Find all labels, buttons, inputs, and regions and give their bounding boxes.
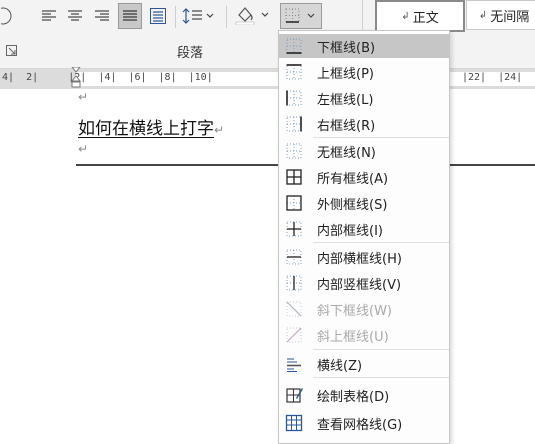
menu-item-label: 下框线(B) bbox=[317, 40, 376, 56]
ruler-ticks: 4| 2| |2| |4| |6| |8| |10| bbox=[2, 72, 213, 83]
ruler-ticks-right: |22| |24| bbox=[462, 72, 523, 83]
menu-item-label: 横线(Z) bbox=[317, 358, 363, 374]
menu-item-view-gridlines[interactable]: 查看网格线(G) bbox=[279, 411, 449, 435]
document-heading-text: 如何在横线上打字 bbox=[78, 119, 214, 139]
menu-item-label: 斜下框线(W) bbox=[317, 303, 392, 319]
menu-item-label: 右框线(R) bbox=[317, 118, 376, 134]
menu-item-label: 查看网格线(G) bbox=[317, 417, 403, 433]
menu-item-top-border[interactable]: 上框线(P) bbox=[279, 60, 449, 84]
menu-item-outside-borders[interactable]: 外侧框线(S) bbox=[279, 191, 449, 215]
left-border-icon bbox=[286, 90, 302, 106]
distributed-align-icon[interactable] bbox=[147, 4, 169, 28]
ribbon-paragraph-area: 段落 ↲ 正文 ↲ 无间隔 bbox=[0, 0, 535, 69]
all-borders-icon bbox=[286, 169, 302, 185]
paragraph-mark-icon: ↲ bbox=[478, 9, 488, 21]
menu-separator bbox=[313, 137, 449, 138]
paragraph-mark-icon: ↲ bbox=[401, 10, 410, 22]
style-no-spacing[interactable]: ↲ 无间隔 bbox=[466, 0, 535, 30]
paragraph-mark: ↵ bbox=[78, 142, 89, 156]
menu-item-label: 外侧框线(S) bbox=[317, 197, 388, 213]
style-normal-label: 正文 bbox=[412, 10, 439, 26]
view-gridlines-icon bbox=[285, 414, 303, 432]
diagonal-up-border-icon bbox=[286, 327, 302, 343]
style-normal[interactable]: ↲ 正文 bbox=[375, 0, 465, 32]
inside-horizontal-border-icon bbox=[286, 249, 302, 265]
menu-item-label: 上框线(P) bbox=[317, 66, 374, 82]
menu-separator bbox=[313, 349, 449, 350]
menu-item-bottom-border[interactable]: 下框线(B) bbox=[279, 34, 449, 58]
borders-dropdown-button[interactable] bbox=[280, 3, 322, 29]
horizontal-ruler[interactable]: 4| 2| |2| |4| |6| |8| |10| |22| |24| bbox=[0, 67, 535, 91]
diagonal-down-border-icon bbox=[286, 301, 302, 317]
borders-dropdown-menu: 下框线(B) 上框线(P) 左框线(L) 右框线(R) 无框线(N) 所有框线(… bbox=[278, 30, 450, 444]
style-no-spacing-label: 无间隔 bbox=[490, 9, 530, 25]
menu-item-label: 绘制表格(D) bbox=[317, 389, 390, 405]
menu-item-right-border[interactable]: 右框线(R) bbox=[279, 112, 449, 136]
align-center-icon[interactable] bbox=[64, 4, 86, 28]
bottom-border-icon bbox=[286, 38, 302, 54]
menu-item-label: 左框线(L) bbox=[317, 92, 374, 108]
menu-item-diagonal-down-border[interactable]: 斜下框线(W) bbox=[279, 297, 449, 321]
menu-item-no-border[interactable]: 无框线(N) bbox=[279, 139, 449, 163]
menu-item-label: 内部框线(I) bbox=[317, 223, 383, 239]
menu-item-horizontal-line[interactable]: 横线(Z) bbox=[279, 352, 449, 376]
paragraph-mark: ↵ bbox=[78, 90, 89, 104]
ribbon-divider bbox=[226, 6, 227, 28]
line-spacing-icon[interactable] bbox=[181, 4, 217, 28]
ribbon-divider bbox=[175, 6, 176, 28]
menu-item-label: 内部竖框线(V) bbox=[317, 277, 402, 293]
menu-separator bbox=[313, 377, 449, 378]
menu-item-inside-horizontal-border[interactable]: 内部横框线(H) bbox=[279, 245, 449, 269]
no-border-icon bbox=[286, 143, 302, 159]
top-border-icon bbox=[286, 64, 302, 80]
dialog-launcher-icon[interactable] bbox=[6, 45, 17, 56]
outside-borders-icon bbox=[286, 195, 302, 211]
menu-item-label: 无框线(N) bbox=[317, 145, 376, 161]
align-right-icon[interactable] bbox=[91, 4, 113, 28]
menu-item-inside-vertical-border[interactable]: 内部竖框线(V) bbox=[279, 271, 449, 295]
menu-item-label: 内部横框线(H) bbox=[317, 251, 402, 267]
inside-borders-icon bbox=[286, 221, 302, 237]
horizontal-line-icon bbox=[287, 358, 301, 372]
menu-item-left-border[interactable]: 左框线(L) bbox=[279, 86, 449, 110]
align-left-icon[interactable] bbox=[38, 4, 60, 28]
menu-item-inside-borders[interactable]: 内部框线(I) bbox=[279, 217, 449, 241]
menu-separator bbox=[313, 242, 449, 243]
menu-item-all-borders[interactable]: 所有框线(A) bbox=[279, 165, 449, 189]
partial-button-icon[interactable] bbox=[0, 4, 14, 28]
menu-item-label: 斜上框线(U) bbox=[317, 329, 389, 345]
paragraph-mark: ↵ bbox=[214, 123, 225, 137]
right-border-icon bbox=[286, 116, 302, 132]
justify-icon[interactable] bbox=[118, 3, 142, 29]
menu-item-draw-table[interactable]: 绘制表格(D) bbox=[279, 383, 449, 407]
paragraph-group-label: 段落 bbox=[176, 46, 203, 61]
shading-icon[interactable] bbox=[234, 3, 272, 27]
menu-item-label: 所有框线(A) bbox=[317, 171, 389, 187]
indent-marker-icon[interactable] bbox=[71, 67, 81, 91]
inside-vertical-border-icon bbox=[286, 275, 302, 291]
document-heading[interactable]: 如何在横线上打字↵ bbox=[78, 114, 224, 139]
menu-item-diagonal-up-border[interactable]: 斜上框线(U) bbox=[279, 323, 449, 347]
draw-table-icon bbox=[286, 388, 303, 403]
